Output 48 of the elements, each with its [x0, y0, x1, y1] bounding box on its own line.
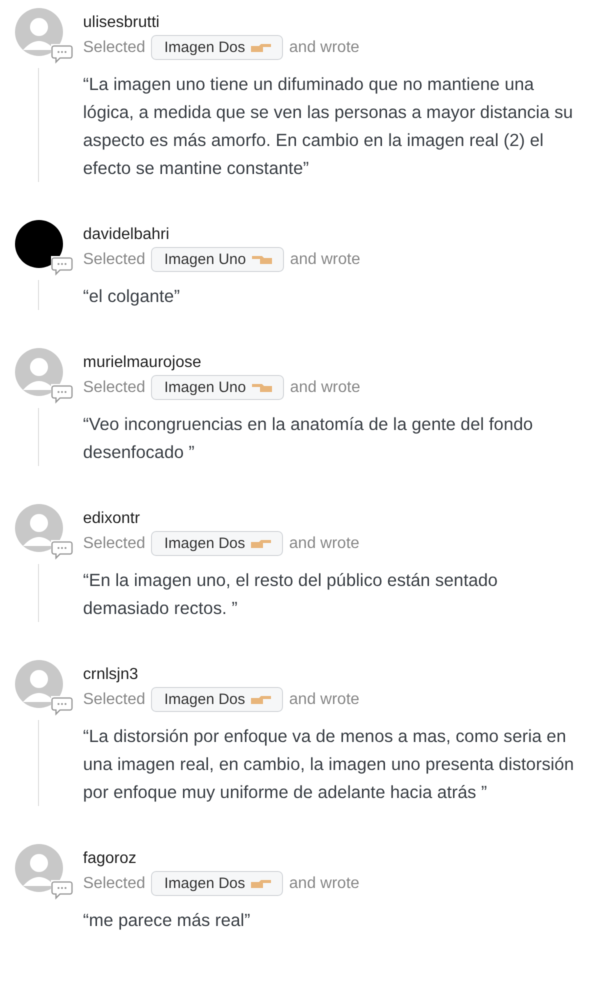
comment-icon [51, 696, 73, 716]
pointing-hand-icon [250, 42, 272, 54]
comment-text: “La imagen uno tiene un difuminado que no mantiene una lógica, a medida que se ven las personas a mayor distancia su aspecto es más amorfo. En cambio en la imagen real (2) el efecto se mantine constante” [83, 73, 574, 180]
username: davidelbahri [83, 225, 170, 245]
selected-label: Selected [83, 690, 146, 708]
choice-tag: Imagen Dos [151, 35, 284, 60]
comment-icon [51, 880, 73, 900]
comment-icon [51, 44, 73, 64]
comment-text: “La distorsión por enfoque va de menos a mas, como seria en una imagen real, en cambio, la imagen uno presenta distorsión por enfoque muy uniforme de adelante hacia atrás ” [83, 725, 575, 804]
avatar [15, 844, 63, 892]
comment-text: “me parece más real” [83, 909, 252, 932]
username: fagoroz [83, 849, 138, 869]
comment-icon [51, 256, 73, 276]
pointing-hand-icon [250, 254, 273, 266]
comment-text: “Veo incongruencias en la anatomía de la gente del fondo desenfocado ” [83, 413, 534, 464]
username: crnlsjn3 [83, 665, 140, 685]
pointing-hand-icon [250, 878, 272, 890]
pointing-hand-icon [250, 538, 272, 550]
avatar [15, 660, 63, 708]
selected-label: Selected [83, 38, 146, 56]
selected-label: Selected [83, 378, 146, 396]
comment-icon [51, 384, 73, 404]
avatar [15, 8, 63, 56]
wrote-label: and wrote [289, 690, 360, 708]
username: ulisesbrutti [83, 13, 160, 33]
username: edixontr [83, 509, 141, 529]
comment-text: “En la imagen uno, el resto del público están sentado demasiado rectos. ” [83, 569, 499, 620]
avatar [15, 220, 63, 268]
username: murielmaurojose [83, 353, 202, 373]
wrote-label: and wrote [289, 874, 360, 892]
pointing-hand-icon [250, 382, 273, 394]
comment-icon [51, 540, 73, 560]
wrote-label: and wrote [290, 250, 360, 268]
selected-label: Selected [83, 874, 146, 892]
choice-tag: Imagen Uno [151, 247, 284, 272]
comment-text: “el colgante” [83, 285, 181, 308]
choice-tag: Imagen Uno [151, 375, 284, 400]
choice-tag: Imagen Dos [151, 871, 284, 896]
selected-label: Selected [83, 534, 146, 552]
wrote-label: and wrote [290, 378, 360, 396]
wrote-label: and wrote [289, 38, 360, 56]
avatar [15, 348, 63, 396]
wrote-label: and wrote [289, 534, 360, 552]
pointing-hand-icon [250, 694, 272, 706]
selected-label: Selected [83, 250, 146, 268]
choice-tag: Imagen Dos [151, 531, 284, 556]
choice-tag: Imagen Dos [151, 687, 284, 712]
avatar [15, 504, 63, 552]
